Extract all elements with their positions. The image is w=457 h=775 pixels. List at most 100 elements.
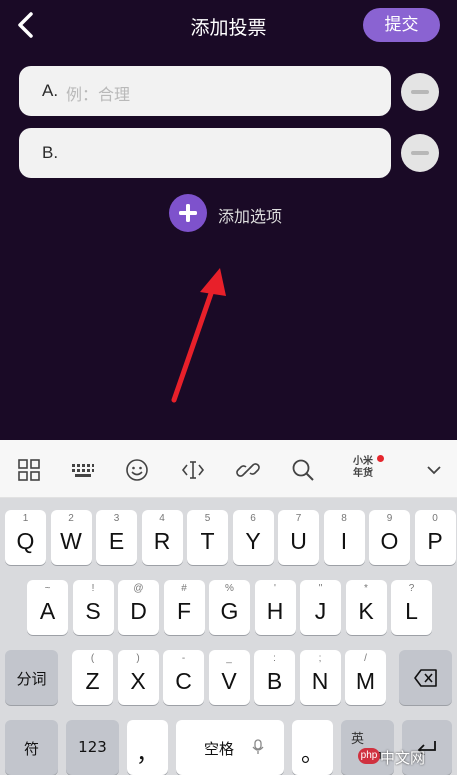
option-a-field[interactable]: A. 例：合理 [19, 66, 391, 116]
key-l[interactable]: ? L [391, 580, 432, 635]
key-sub-label: 9 [386, 513, 393, 524]
backspace-icon [414, 669, 437, 687]
keyboard: 1Q2W3E4R5T6Y7U8I9O0P ~ A! S @ D # F% G ' H " J * K? L … [0, 498, 457, 775]
key-d[interactable]: @ D [118, 580, 159, 635]
option-b-prefix: B. [42, 143, 59, 162]
key-sub-label: 8 [341, 513, 347, 524]
key-s[interactable]: ! S [72, 580, 114, 635]
key-main-label: S [85, 598, 101, 624]
hongbao-line2: 年货 [353, 468, 373, 479]
key-main-label: L [405, 598, 418, 624]
key-sub-label: ; [318, 653, 322, 664]
key-main-label: X [130, 668, 146, 694]
key-g[interactable]: % G [209, 580, 250, 635]
microphone-icon [252, 739, 264, 754]
key-sub-label: ) [136, 653, 140, 664]
option-b-field[interactable]: B. [19, 128, 391, 178]
key-j[interactable]: " J [300, 580, 341, 635]
chevron-down-icon [427, 466, 441, 475]
key-q[interactable]: 1Q [5, 510, 46, 565]
key-w[interactable]: 2W [50, 510, 92, 565]
key-main-label: U [290, 528, 307, 554]
key-o[interactable]: 9O [369, 510, 410, 565]
key-h[interactable]: ' H [254, 580, 296, 635]
cursor-button[interactable] [180, 457, 206, 483]
number-key[interactable]: 123 [66, 720, 119, 775]
key-sub-label: ( [90, 653, 95, 664]
key-y[interactable]: 6Y [232, 510, 274, 565]
key-v[interactable]: _ V [208, 650, 250, 705]
collapse-keyboard-button[interactable] [421, 457, 447, 483]
symbol-label: 符 [23, 740, 39, 758]
key-m[interactable]: / M [345, 650, 386, 705]
key-sub-label: / [364, 653, 367, 664]
key-sub-label: - [181, 653, 186, 664]
cursor-move-icon [181, 461, 205, 479]
key-f[interactable]: # F [163, 580, 205, 635]
period-key[interactable]: 。 [292, 720, 333, 775]
key-r[interactable]: 4R [141, 510, 183, 565]
key-a[interactable]: ~ A [27, 580, 68, 635]
key-c[interactable]: -C [163, 650, 204, 705]
period-label: 。 [301, 740, 324, 766]
key-main-label: Z [85, 668, 100, 694]
key-sub-label: # [181, 583, 187, 594]
key-main-label: P [427, 528, 443, 554]
key-sub-label: * [364, 583, 368, 594]
option-a-prefix: A. [42, 81, 59, 100]
add-option-button[interactable] [169, 194, 207, 232]
keyboard-icon [72, 464, 94, 477]
search-icon [292, 459, 314, 481]
key-main-label: Y [245, 528, 261, 554]
key-u[interactable]: 7U [278, 510, 319, 565]
key-i[interactable]: 8I [323, 510, 365, 565]
grid-menu-button[interactable] [16, 457, 42, 483]
lang-en-label: 英 [351, 732, 365, 747]
remove-option-b-button[interactable] [401, 134, 439, 172]
keyboard-layout-button[interactable] [70, 457, 96, 483]
key-sub-label: 3 [113, 513, 120, 524]
fenci-key[interactable]: 分词 [5, 650, 58, 705]
submit-button[interactable]: 提交 [363, 8, 440, 42]
key-k[interactable]: * K [345, 580, 387, 635]
key-z[interactable]: (Z [72, 650, 113, 705]
remove-option-a-button[interactable] [401, 73, 439, 111]
emoji-button[interactable] [124, 457, 150, 483]
space-key[interactable]: 空格 [176, 720, 284, 775]
key-b[interactable]: :B [254, 650, 295, 705]
key-n[interactable]: ; N [299, 650, 341, 705]
smiley-icon [126, 459, 148, 481]
comma-label: ， [136, 740, 159, 766]
watermark-text: 中文网 [380, 749, 426, 767]
key-sub-label: 5 [204, 513, 211, 524]
key-sub-label: 7 [295, 513, 302, 524]
backspace-key[interactable] [399, 650, 452, 705]
key-main-label: O [380, 528, 399, 554]
space-label: 空格 [203, 740, 234, 758]
key-sub-label: % [225, 583, 234, 594]
plus-icon [179, 204, 197, 222]
key-main-label: G [220, 598, 239, 624]
key-e[interactable]: 3E [96, 510, 137, 565]
key-x[interactable]: ) X [117, 650, 159, 705]
key-sub-label: @ [133, 583, 144, 594]
key-main-label: H [266, 598, 284, 624]
key-main-label: A [39, 598, 56, 624]
symbol-key[interactable]: 符 [5, 720, 58, 775]
hongbao-button[interactable]: 小米 年货 [348, 456, 378, 480]
comma-key[interactable]: ， [127, 720, 168, 775]
key-main-label: N [311, 668, 329, 694]
key-sub-label: ' [274, 583, 276, 594]
option-a-placeholder: 例：合理 [66, 85, 131, 104]
grid-icon [18, 459, 40, 481]
key-main-label: E [108, 528, 125, 554]
key-p[interactable]: 0P [414, 510, 456, 565]
key-main-label: T [200, 528, 215, 554]
key-sub-label: _ [226, 653, 232, 664]
key-main-label: I [340, 528, 348, 554]
search-button[interactable] [290, 457, 316, 483]
keyboard-toolbar: 小米 年货 [0, 440, 457, 498]
red-arrow-annotation [171, 268, 226, 403]
link-button[interactable] [235, 457, 261, 483]
key-t[interactable]: 5T [187, 510, 228, 565]
